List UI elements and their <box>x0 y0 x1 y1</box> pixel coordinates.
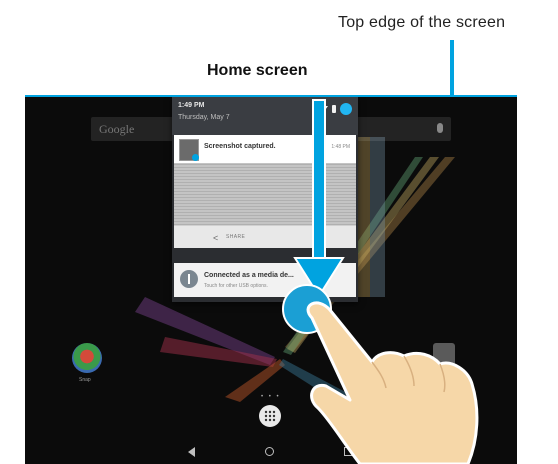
left-dock-app-label: Snap <box>79 377 91 383</box>
navigation-bar <box>25 441 517 464</box>
top-edge-callout-line <box>450 40 454 98</box>
right-dock-app-label: ps <box>456 377 462 383</box>
page-indicator: • • • <box>261 394 281 400</box>
recents-icon[interactable] <box>344 447 353 456</box>
back-icon[interactable] <box>188 447 195 457</box>
user-icon[interactable] <box>340 103 352 115</box>
shade-header: 1:49 PM Thursday, May 7 <box>172 97 358 135</box>
usb-icon <box>180 270 198 288</box>
apps-grid-icon <box>264 410 276 422</box>
home-screen-caption: Home screen <box>207 62 308 79</box>
screenshot-notification-header: Screenshot captured. 1:48 PM <box>174 135 356 163</box>
tablet-screen: Google 1:49 PM Thursday, May 7 Screensho… <box>25 97 517 464</box>
screenshot-notification-title: Screenshot captured. <box>204 143 276 150</box>
shade-date: Thursday, May 7 <box>178 114 230 121</box>
top-edge-caption: Top edge of the screen <box>338 14 506 31</box>
mic-icon[interactable] <box>437 123 443 133</box>
share-icon: < <box>213 233 219 243</box>
home-icon[interactable] <box>265 447 274 456</box>
usb-notification[interactable]: Connected as a media de... Touch for oth… <box>174 263 356 297</box>
status-icons <box>318 103 352 115</box>
shade-time: 1:49 PM <box>178 102 205 109</box>
left-dock-app-icon[interactable] <box>72 343 102 373</box>
notification-shade[interactable]: 1:49 PM Thursday, May 7 Screenshot captu… <box>172 97 358 302</box>
share-action[interactable]: < SHARE <box>174 225 356 248</box>
usb-notification-title: Connected as a media de... <box>204 272 294 279</box>
wifi-icon <box>318 105 328 113</box>
play-store-icon[interactable] <box>433 343 455 367</box>
screenshot-notification-time: 1:48 PM <box>331 144 350 150</box>
usb-notification-subtitle: Touch for other USB options. <box>204 283 268 289</box>
battery-icon <box>332 105 336 113</box>
screenshot-preview <box>174 163 356 225</box>
screenshot-notification[interactable]: Screenshot captured. 1:48 PM < SHARE <box>174 135 356 248</box>
search-bar-label: Google <box>99 122 135 136</box>
screenshot-badge-icon <box>192 154 199 161</box>
share-label: SHARE <box>226 234 246 240</box>
